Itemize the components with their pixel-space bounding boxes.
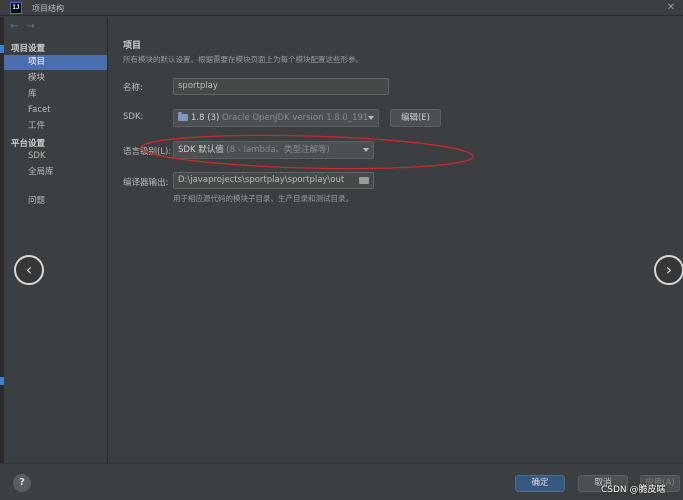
intellij-logo-icon: IJ	[10, 2, 22, 14]
chevron-down-icon	[368, 116, 374, 120]
section-title: 项目	[123, 41, 142, 51]
ok-button[interactable]: 确定	[515, 475, 565, 492]
sdk-dropdown[interactable]: 1.8 (3) Oracle OpenJDK version 1.8.0_191	[173, 109, 379, 127]
language-level-value: SDK 默认值	[178, 145, 224, 155]
group-project-settings: 项目设置	[11, 44, 46, 54]
sidebar-item-facet[interactable]: Facet	[4, 103, 107, 118]
edit-sdk-button[interactable]: 编辑(E)	[390, 109, 441, 127]
compiler-output-input[interactable]: D:\javaprojects\sportplay\sportplay\out	[173, 172, 374, 189]
compiler-output-label: 编译器输出:	[123, 178, 169, 188]
history-nav: ← →	[10, 22, 35, 32]
sdk-label: SDK:	[123, 112, 144, 122]
sdk-detail: Oracle OpenJDK version 1.8.0_191	[221, 113, 369, 123]
section-description: 所有模块的默认设置。根据需要在模块页面上为每个模块配置这些形参。	[123, 55, 363, 64]
next-image-button[interactable]: ›	[654, 255, 683, 285]
sidebar-item-modules[interactable]: 模块	[4, 71, 107, 86]
group-platform-settings: 平台设置	[11, 139, 46, 149]
close-icon[interactable]: ✕	[665, 2, 677, 14]
title-bar: IJ 项目结构 ✕	[0, 0, 683, 16]
sidebar-item-sdk[interactable]: SDK	[4, 149, 107, 164]
language-level-dropdown[interactable]: SDK 默认值 (8 - lambda、类型注解等)	[173, 141, 374, 159]
compiler-output-path: D:\javaprojects\sportplay\sportplay\out	[178, 175, 345, 185]
help-icon[interactable]: ?	[13, 474, 31, 492]
sdk-folder-icon	[178, 112, 188, 121]
sidebar-item-global-libraries[interactable]: 全局库	[4, 165, 107, 180]
language-level-detail: (8 - lambda、类型注解等)	[226, 145, 330, 155]
forward-arrow-icon[interactable]: →	[26, 22, 34, 32]
project-settings-panel: 项目 所有模块的默认设置。根据需要在模块页面上为每个模块配置这些形参。 名称: …	[109, 17, 683, 463]
sidebar-item-artifacts[interactable]: 工件	[4, 119, 107, 134]
compiler-output-hint: 用于相应源代码的模块子目录、生产目录和测试目录。	[173, 194, 353, 203]
dialog-footer: ? 确定 取消 应用(A)	[0, 463, 683, 500]
chevron-down-icon	[363, 148, 369, 152]
name-label: 名称:	[123, 83, 143, 93]
sidebar-item-libraries[interactable]: 库	[4, 87, 107, 102]
sidebar-item-project[interactable]: 项目	[4, 55, 107, 70]
folder-browse-icon[interactable]	[359, 177, 369, 184]
csdn-watermark: CSDN @脆皮瞎	[601, 485, 666, 495]
previous-image-button[interactable]: ‹	[14, 255, 44, 285]
language-level-label: 语言级别(L):	[123, 147, 172, 157]
sdk-version: 1.8 (3)	[191, 113, 220, 123]
settings-sidebar: ← → 项目设置 项目 模块 库 Facet 工件 平台设置 SDK 全局库 问…	[4, 17, 108, 463]
sidebar-item-problems[interactable]: 问题	[4, 194, 107, 209]
project-name-input[interactable]: sportplay	[173, 78, 389, 95]
window-title: 项目结构	[32, 4, 64, 13]
back-arrow-icon[interactable]: ←	[10, 22, 18, 32]
